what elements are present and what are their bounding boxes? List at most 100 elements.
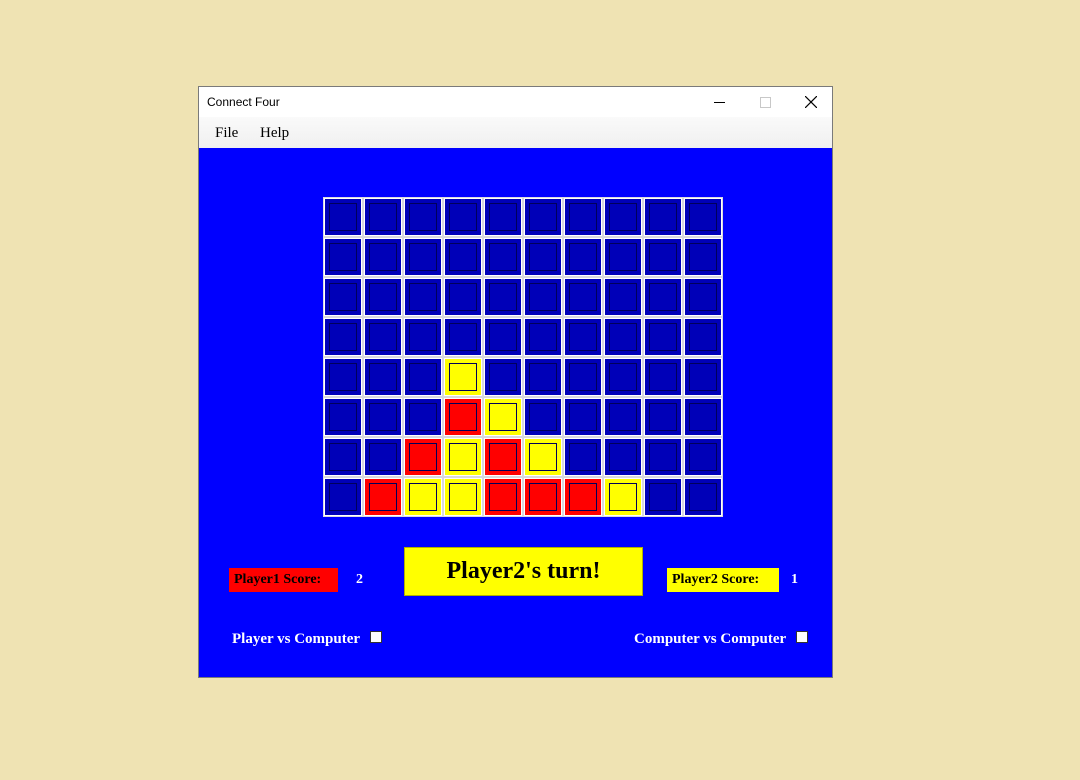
empty-cell[interactable] (444, 238, 482, 276)
yellow-disc-cell[interactable] (444, 438, 482, 476)
empty-cell[interactable] (604, 318, 642, 356)
empty-cell[interactable] (644, 478, 682, 516)
empty-cell[interactable] (644, 238, 682, 276)
empty-cell[interactable] (524, 358, 562, 396)
empty-cell[interactable] (564, 238, 602, 276)
cell-slot (649, 243, 677, 271)
cell-slot (609, 403, 637, 431)
game-area: Player1 Score: 2 Player2's turn! Player2… (199, 148, 832, 677)
menu-help[interactable]: Help (260, 125, 289, 142)
empty-cell[interactable] (324, 198, 362, 236)
empty-cell[interactable] (684, 318, 722, 356)
empty-cell[interactable] (364, 318, 402, 356)
empty-cell[interactable] (644, 398, 682, 436)
empty-cell[interactable] (524, 278, 562, 316)
game-board[interactable] (323, 197, 723, 517)
empty-cell[interactable] (404, 318, 442, 356)
empty-cell[interactable] (324, 398, 362, 436)
empty-cell[interactable] (484, 318, 522, 356)
cell-slot (609, 323, 637, 351)
empty-cell[interactable] (484, 198, 522, 236)
empty-cell[interactable] (684, 358, 722, 396)
empty-cell[interactable] (564, 318, 602, 356)
empty-cell[interactable] (684, 438, 722, 476)
cell-slot (449, 243, 477, 271)
empty-cell[interactable] (324, 438, 362, 476)
empty-cell[interactable] (644, 198, 682, 236)
empty-cell[interactable] (324, 318, 362, 356)
empty-cell[interactable] (684, 278, 722, 316)
menu-file[interactable]: File (215, 125, 238, 142)
empty-cell[interactable] (524, 198, 562, 236)
empty-cell[interactable] (364, 238, 402, 276)
empty-cell[interactable] (524, 238, 562, 276)
empty-cell[interactable] (564, 398, 602, 436)
empty-cell[interactable] (684, 198, 722, 236)
red-disc-cell[interactable] (444, 398, 482, 436)
cell-slot (409, 443, 437, 471)
empty-cell[interactable] (404, 358, 442, 396)
empty-cell[interactable] (564, 198, 602, 236)
empty-cell[interactable] (564, 278, 602, 316)
empty-cell[interactable] (324, 478, 362, 516)
empty-cell[interactable] (404, 198, 442, 236)
empty-cell[interactable] (444, 198, 482, 236)
yellow-disc-cell[interactable] (604, 478, 642, 516)
empty-cell[interactable] (684, 398, 722, 436)
empty-cell[interactable] (324, 238, 362, 276)
empty-cell[interactable] (404, 278, 442, 316)
empty-cell[interactable] (604, 238, 642, 276)
player-vs-computer-checkbox[interactable] (370, 631, 382, 643)
empty-cell[interactable] (684, 478, 722, 516)
title-bar[interactable]: Connect Four (199, 87, 832, 117)
empty-cell[interactable] (364, 278, 402, 316)
close-button[interactable] (788, 87, 834, 117)
empty-cell[interactable] (364, 358, 402, 396)
empty-cell[interactable] (324, 358, 362, 396)
empty-cell[interactable] (604, 358, 642, 396)
cell-slot (689, 323, 717, 351)
red-disc-cell[interactable] (484, 478, 522, 516)
empty-cell[interactable] (364, 398, 402, 436)
empty-cell[interactable] (484, 358, 522, 396)
cell-slot (649, 203, 677, 231)
empty-cell[interactable] (524, 318, 562, 356)
red-disc-cell[interactable] (484, 438, 522, 476)
empty-cell[interactable] (604, 398, 642, 436)
empty-cell[interactable] (404, 238, 442, 276)
empty-cell[interactable] (644, 278, 682, 316)
cell-slot (689, 443, 717, 471)
yellow-disc-cell[interactable] (524, 438, 562, 476)
empty-cell[interactable] (684, 238, 722, 276)
empty-cell[interactable] (484, 278, 522, 316)
empty-cell[interactable] (564, 438, 602, 476)
red-disc-cell[interactable] (364, 478, 402, 516)
empty-cell[interactable] (564, 358, 602, 396)
red-disc-cell[interactable] (404, 438, 442, 476)
minimize-button[interactable] (696, 87, 742, 117)
empty-cell[interactable] (604, 198, 642, 236)
empty-cell[interactable] (524, 398, 562, 436)
computer-vs-computer-checkbox[interactable] (796, 631, 808, 643)
empty-cell[interactable] (484, 238, 522, 276)
cell-slot (649, 403, 677, 431)
yellow-disc-cell[interactable] (404, 478, 442, 516)
yellow-disc-cell[interactable] (484, 398, 522, 436)
empty-cell[interactable] (644, 358, 682, 396)
empty-cell[interactable] (364, 438, 402, 476)
maximize-button[interactable] (742, 87, 788, 117)
empty-cell[interactable] (444, 318, 482, 356)
empty-cell[interactable] (604, 438, 642, 476)
empty-cell[interactable] (604, 278, 642, 316)
empty-cell[interactable] (644, 318, 682, 356)
empty-cell[interactable] (644, 438, 682, 476)
empty-cell[interactable] (364, 198, 402, 236)
empty-cell[interactable] (444, 278, 482, 316)
empty-cell[interactable] (404, 398, 442, 436)
red-disc-cell[interactable] (564, 478, 602, 516)
cell-slot (689, 283, 717, 311)
empty-cell[interactable] (324, 278, 362, 316)
red-disc-cell[interactable] (524, 478, 562, 516)
yellow-disc-cell[interactable] (444, 478, 482, 516)
yellow-disc-cell[interactable] (444, 358, 482, 396)
